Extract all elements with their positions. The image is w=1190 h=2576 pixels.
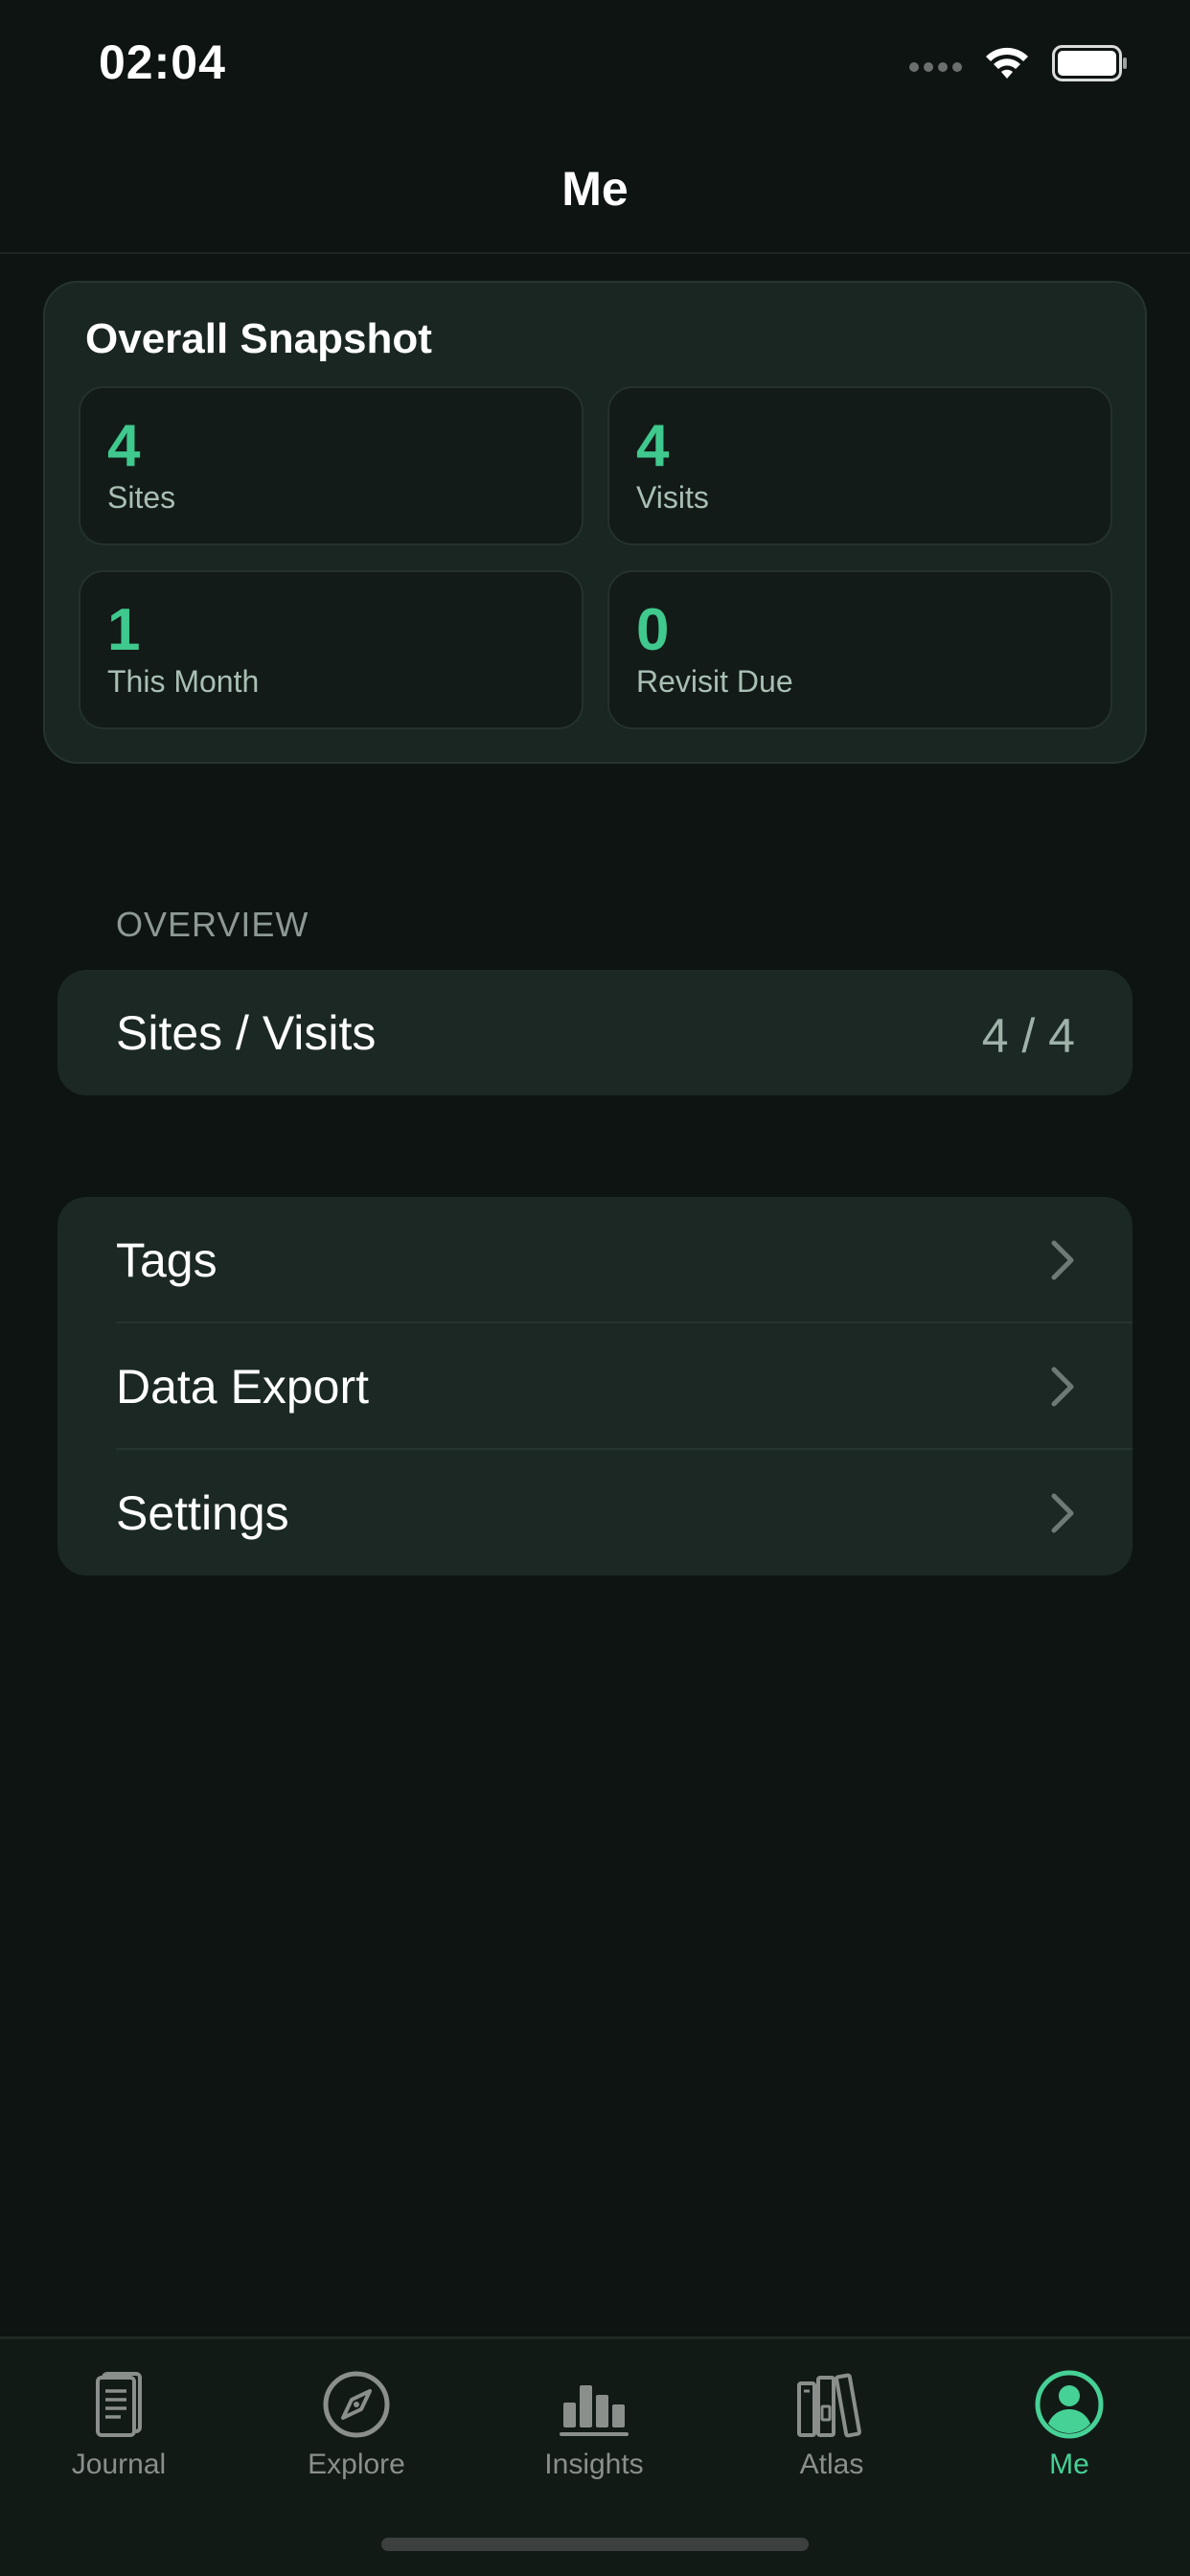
journal-icon	[96, 2372, 142, 2437]
page-title: Me	[561, 162, 629, 216]
home-indicator[interactable]	[381, 2538, 809, 2551]
overall-snapshot-card: Overall Snapshot 4 Sites 4 Visits 1 This…	[43, 281, 1147, 764]
bar-chart-icon	[560, 2385, 629, 2436]
stat-value: 4	[636, 413, 670, 479]
sites-visits-row: Sites / Visits 4 / 4	[57, 970, 1133, 1095]
overview-section-header: OVERVIEW	[116, 905, 309, 944]
tab-explore[interactable]: Explore	[261, 2358, 452, 2502]
menu-item-label: Settings	[116, 1486, 289, 1540]
chevron-right-icon	[1051, 1240, 1074, 1280]
battery-icon	[1052, 45, 1127, 81]
books-icon	[797, 2373, 861, 2438]
tab-me[interactable]: Me	[973, 2358, 1165, 2502]
compass-icon	[323, 2371, 390, 2438]
tab-label: Atlas	[799, 2449, 864, 2480]
stat-label: Sites	[107, 480, 176, 515]
stat-value: 4	[107, 413, 141, 479]
stat-tile-visits: 4 Visits	[607, 386, 1112, 545]
status-indicators	[909, 44, 1129, 82]
menu-group: Tags Data Export Settings	[57, 1197, 1133, 1576]
menu-item-label: Data Export	[116, 1360, 370, 1414]
menu-item-settings[interactable]: Settings	[57, 1450, 1133, 1576]
chevron-right-icon	[1051, 1493, 1074, 1533]
chevron-right-icon	[1051, 1367, 1074, 1407]
stat-value: 0	[636, 597, 670, 663]
stat-label: Revisit Due	[636, 664, 793, 699]
tab-label: Journal	[71, 2449, 167, 2480]
snapshot-title: Overall Snapshot	[85, 315, 432, 362]
tab-label: Explore	[308, 2449, 405, 2480]
stat-label: This Month	[107, 664, 260, 699]
tab-journal[interactable]: Journal	[23, 2358, 215, 2502]
status-time: 02:04	[99, 35, 226, 89]
menu-item-tags[interactable]: Tags	[57, 1197, 1133, 1323]
sites-visits-label: Sites / Visits	[116, 1005, 377, 1060]
stat-tile-revisit-due: 0 Revisit Due	[607, 570, 1112, 729]
sites-visits-value: 4 / 4	[981, 1009, 1075, 1063]
cellular-signal-icon	[909, 62, 962, 72]
stat-label: Visits	[636, 480, 709, 515]
wifi-icon	[986, 47, 1028, 79]
stat-tile-this-month: 1 This Month	[79, 570, 584, 729]
person-circle-icon	[1035, 2370, 1104, 2439]
nav-divider	[0, 252, 1190, 254]
menu-item-label: Tags	[116, 1233, 217, 1287]
stat-tile-sites: 4 Sites	[79, 386, 584, 545]
status-bar: 02:04	[0, 0, 1190, 125]
overview-group: Sites / Visits 4 / 4	[57, 970, 1133, 1095]
me-screen: 02:04 Me Overall Snapshot 4 Sites 4 Visi…	[0, 0, 1190, 2576]
stat-value: 1	[107, 597, 141, 663]
tab-insights[interactable]: Insights	[498, 2358, 690, 2502]
tab-atlas[interactable]: Atlas	[736, 2358, 927, 2502]
menu-item-data-export[interactable]: Data Export	[57, 1323, 1133, 1450]
tab-label: Me	[1049, 2449, 1089, 2480]
tab-label: Insights	[544, 2449, 644, 2480]
